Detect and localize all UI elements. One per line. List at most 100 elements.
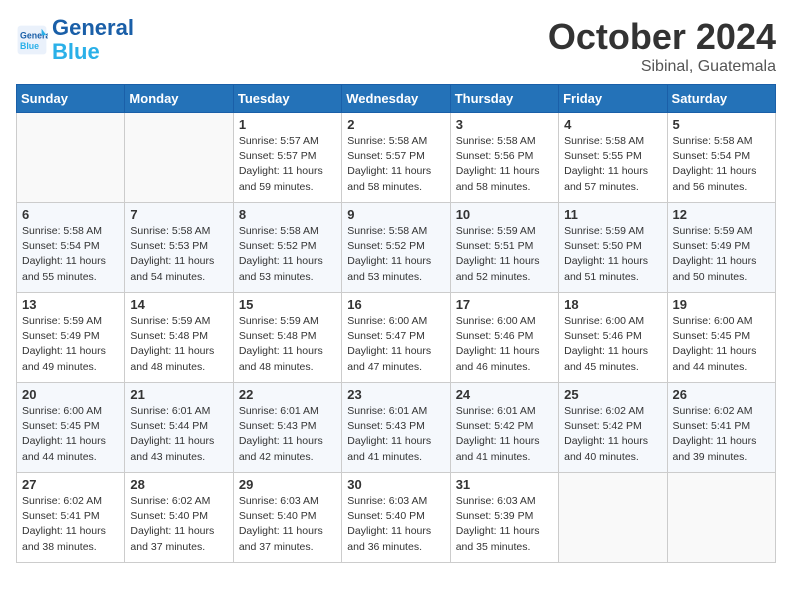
calendar-cell: 10 Sunrise: 5:59 AM Sunset: 5:51 PM Dayli… bbox=[450, 203, 558, 293]
day-number: 26 bbox=[673, 387, 770, 402]
day-info: Sunrise: 6:01 AM Sunset: 5:43 PM Dayligh… bbox=[239, 404, 336, 465]
weekday-header-row: SundayMondayTuesdayWednesdayThursdayFrid… bbox=[17, 85, 776, 113]
calendar-cell: 28 Sunrise: 6:02 AM Sunset: 5:40 PM Dayli… bbox=[125, 473, 233, 563]
day-number: 5 bbox=[673, 117, 770, 132]
day-info: Sunrise: 6:02 AM Sunset: 5:41 PM Dayligh… bbox=[673, 404, 770, 465]
calendar-cell bbox=[125, 113, 233, 203]
logo-text: General Blue bbox=[52, 16, 134, 64]
calendar-cell: 1 Sunrise: 5:57 AM Sunset: 5:57 PM Daylig… bbox=[233, 113, 341, 203]
calendar-cell: 22 Sunrise: 6:01 AM Sunset: 5:43 PM Dayli… bbox=[233, 383, 341, 473]
day-info: Sunrise: 6:00 AM Sunset: 5:46 PM Dayligh… bbox=[456, 314, 553, 375]
day-number: 7 bbox=[130, 207, 227, 222]
title-block: October 2024 Sibinal, Guatemala bbox=[548, 16, 776, 76]
day-number: 19 bbox=[673, 297, 770, 312]
day-number: 1 bbox=[239, 117, 336, 132]
day-info: Sunrise: 6:03 AM Sunset: 5:40 PM Dayligh… bbox=[239, 494, 336, 555]
calendar-cell bbox=[559, 473, 667, 563]
calendar-cell: 26 Sunrise: 6:02 AM Sunset: 5:41 PM Dayli… bbox=[667, 383, 775, 473]
day-number: 11 bbox=[564, 207, 661, 222]
week-row-5: 27Sunrise: 6:02 AM Sunset: 5:41 PM Dayli… bbox=[17, 473, 776, 563]
calendar-cell: 9Sunrise: 5:58 AM Sunset: 5:52 PM Daylig… bbox=[342, 203, 450, 293]
day-number: 6 bbox=[22, 207, 119, 222]
day-number: 17 bbox=[456, 297, 553, 312]
calendar-cell: 12 Sunrise: 5:59 AM Sunset: 5:49 PM Dayli… bbox=[667, 203, 775, 293]
day-number: 12 bbox=[673, 207, 770, 222]
calendar-cell: 8 Sunrise: 5:58 AM Sunset: 5:52 PM Daylig… bbox=[233, 203, 341, 293]
day-number: 29 bbox=[239, 477, 336, 492]
day-number: 22 bbox=[239, 387, 336, 402]
day-info: Sunrise: 5:58 AM Sunset: 5:52 PM Dayligh… bbox=[239, 224, 336, 285]
day-info: Sunrise: 5:59 AM Sunset: 5:49 PM Dayligh… bbox=[673, 224, 770, 285]
calendar-cell: 29 Sunrise: 6:03 AM Sunset: 5:40 PM Dayli… bbox=[233, 473, 341, 563]
day-info: Sunrise: 6:00 AM Sunset: 5:47 PM Dayligh… bbox=[347, 314, 444, 375]
day-info: Sunrise: 6:00 AM Sunset: 5:45 PM Dayligh… bbox=[673, 314, 770, 375]
calendar-cell: 3Sunrise: 5:58 AM Sunset: 5:56 PM Daylig… bbox=[450, 113, 558, 203]
day-info: Sunrise: 5:58 AM Sunset: 5:55 PM Dayligh… bbox=[564, 134, 661, 195]
day-number: 10 bbox=[456, 207, 553, 222]
calendar-cell: 31Sunrise: 6:03 AM Sunset: 5:39 PM Dayli… bbox=[450, 473, 558, 563]
calendar-cell: 6 Sunrise: 5:58 AM Sunset: 5:54 PM Daylig… bbox=[17, 203, 125, 293]
day-number: 21 bbox=[130, 387, 227, 402]
day-info: Sunrise: 5:58 AM Sunset: 5:53 PM Dayligh… bbox=[130, 224, 227, 285]
day-info: Sunrise: 6:02 AM Sunset: 5:40 PM Dayligh… bbox=[130, 494, 227, 555]
day-number: 20 bbox=[22, 387, 119, 402]
calendar-cell: 2 Sunrise: 5:58 AM Sunset: 5:57 PM Daylig… bbox=[342, 113, 450, 203]
calendar-cell: 18Sunrise: 6:00 AM Sunset: 5:46 PM Dayli… bbox=[559, 293, 667, 383]
day-number: 13 bbox=[22, 297, 119, 312]
day-number: 16 bbox=[347, 297, 444, 312]
day-info: Sunrise: 5:57 AM Sunset: 5:57 PM Dayligh… bbox=[239, 134, 336, 195]
month-title: October 2024 bbox=[548, 16, 776, 58]
calendar-cell: 5 Sunrise: 5:58 AM Sunset: 5:54 PM Daylig… bbox=[667, 113, 775, 203]
day-info: Sunrise: 6:00 AM Sunset: 5:45 PM Dayligh… bbox=[22, 404, 119, 465]
calendar-cell: 17 Sunrise: 6:00 AM Sunset: 5:46 PM Dayli… bbox=[450, 293, 558, 383]
weekday-header-saturday: Saturday bbox=[667, 85, 775, 113]
day-info: Sunrise: 5:59 AM Sunset: 5:51 PM Dayligh… bbox=[456, 224, 553, 285]
day-info: Sunrise: 6:02 AM Sunset: 5:41 PM Dayligh… bbox=[22, 494, 119, 555]
week-row-3: 13 Sunrise: 5:59 AM Sunset: 5:49 PM Dayli… bbox=[17, 293, 776, 383]
day-number: 8 bbox=[239, 207, 336, 222]
weekday-header-thursday: Thursday bbox=[450, 85, 558, 113]
calendar-cell: 4 Sunrise: 5:58 AM Sunset: 5:55 PM Daylig… bbox=[559, 113, 667, 203]
day-info: Sunrise: 5:59 AM Sunset: 5:48 PM Dayligh… bbox=[130, 314, 227, 375]
day-info: Sunrise: 6:00 AM Sunset: 5:46 PM Dayligh… bbox=[564, 314, 661, 375]
calendar-cell: 21 Sunrise: 6:01 AM Sunset: 5:44 PM Dayli… bbox=[125, 383, 233, 473]
calendar-cell bbox=[667, 473, 775, 563]
day-info: Sunrise: 5:58 AM Sunset: 5:52 PM Dayligh… bbox=[347, 224, 444, 285]
logo-general: General bbox=[52, 15, 134, 40]
calendar-cell: 23 Sunrise: 6:01 AM Sunset: 5:43 PM Dayli… bbox=[342, 383, 450, 473]
day-info: Sunrise: 5:58 AM Sunset: 5:54 PM Dayligh… bbox=[673, 134, 770, 195]
weekday-header-wednesday: Wednesday bbox=[342, 85, 450, 113]
day-info: Sunrise: 6:03 AM Sunset: 5:40 PM Dayligh… bbox=[347, 494, 444, 555]
calendar-cell: 30Sunrise: 6:03 AM Sunset: 5:40 PM Dayli… bbox=[342, 473, 450, 563]
day-info: Sunrise: 6:02 AM Sunset: 5:42 PM Dayligh… bbox=[564, 404, 661, 465]
weekday-header-sunday: Sunday bbox=[17, 85, 125, 113]
calendar-cell: 20 Sunrise: 6:00 AM Sunset: 5:45 PM Dayli… bbox=[17, 383, 125, 473]
calendar-cell: 25Sunrise: 6:02 AM Sunset: 5:42 PM Dayli… bbox=[559, 383, 667, 473]
day-number: 31 bbox=[456, 477, 553, 492]
calendar-table: SundayMondayTuesdayWednesdayThursdayFrid… bbox=[16, 84, 776, 563]
weekday-header-tuesday: Tuesday bbox=[233, 85, 341, 113]
weekday-header-monday: Monday bbox=[125, 85, 233, 113]
day-info: Sunrise: 5:59 AM Sunset: 5:49 PM Dayligh… bbox=[22, 314, 119, 375]
day-number: 28 bbox=[130, 477, 227, 492]
day-number: 23 bbox=[347, 387, 444, 402]
logo-icon: General Blue bbox=[16, 24, 48, 56]
calendar-cell: 24 Sunrise: 6:01 AM Sunset: 5:42 PM Dayli… bbox=[450, 383, 558, 473]
calendar-cell: 13 Sunrise: 5:59 AM Sunset: 5:49 PM Dayli… bbox=[17, 293, 125, 383]
week-row-2: 6 Sunrise: 5:58 AM Sunset: 5:54 PM Daylig… bbox=[17, 203, 776, 293]
day-info: Sunrise: 5:59 AM Sunset: 5:48 PM Dayligh… bbox=[239, 314, 336, 375]
day-number: 4 bbox=[564, 117, 661, 132]
calendar-cell: 14Sunrise: 5:59 AM Sunset: 5:48 PM Dayli… bbox=[125, 293, 233, 383]
day-info: Sunrise: 6:01 AM Sunset: 5:44 PM Dayligh… bbox=[130, 404, 227, 465]
day-info: Sunrise: 6:01 AM Sunset: 5:42 PM Dayligh… bbox=[456, 404, 553, 465]
calendar-cell: 7 Sunrise: 5:58 AM Sunset: 5:53 PM Daylig… bbox=[125, 203, 233, 293]
calendar-cell: 11Sunrise: 5:59 AM Sunset: 5:50 PM Dayli… bbox=[559, 203, 667, 293]
day-info: Sunrise: 5:58 AM Sunset: 5:57 PM Dayligh… bbox=[347, 134, 444, 195]
day-info: Sunrise: 6:01 AM Sunset: 5:43 PM Dayligh… bbox=[347, 404, 444, 465]
svg-text:Blue: Blue bbox=[20, 41, 39, 51]
day-number: 24 bbox=[456, 387, 553, 402]
day-number: 2 bbox=[347, 117, 444, 132]
calendar-cell: 15Sunrise: 5:59 AM Sunset: 5:48 PM Dayli… bbox=[233, 293, 341, 383]
day-info: Sunrise: 5:58 AM Sunset: 5:54 PM Dayligh… bbox=[22, 224, 119, 285]
location: Sibinal, Guatemala bbox=[548, 58, 776, 76]
